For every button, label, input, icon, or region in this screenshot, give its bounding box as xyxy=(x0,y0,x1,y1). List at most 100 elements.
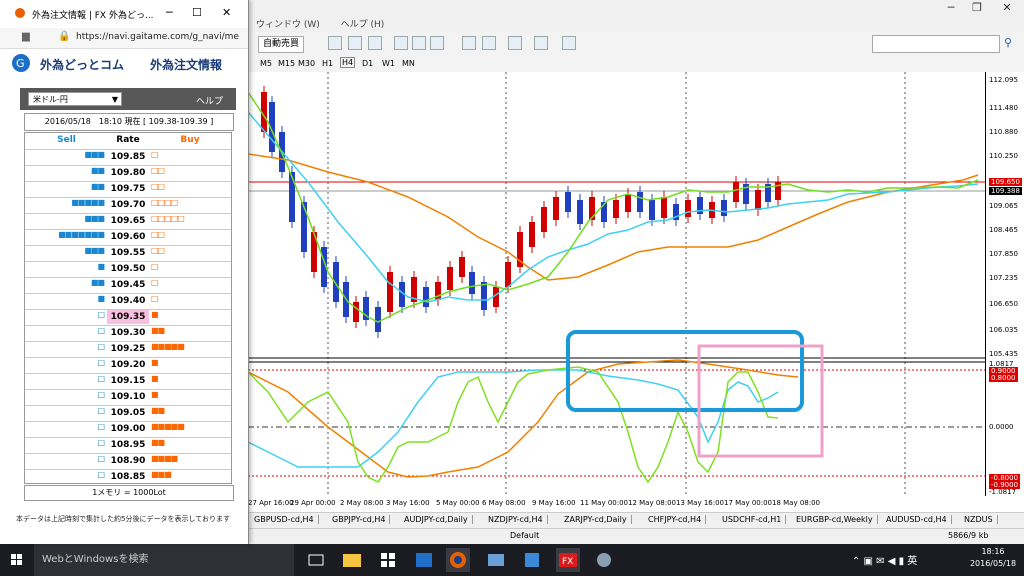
buy-volume: □□□□□ xyxy=(151,214,185,223)
help-link[interactable]: ヘルプ xyxy=(196,94,223,107)
price-chart[interactable] xyxy=(247,72,985,496)
indicator-label: 0.8000 xyxy=(989,374,1018,382)
zoom-in-icon[interactable] xyxy=(394,36,408,50)
autotrade-button[interactable]: 自動売買 xyxy=(258,36,305,53)
symbol-tab[interactable]: GBPUSD-cd,H4 xyxy=(254,515,319,524)
zoom-out-icon[interactable] xyxy=(412,36,426,50)
tf-mn[interactable]: MN xyxy=(402,59,415,68)
buy-volume: ■■■■■ xyxy=(151,422,185,431)
indicators-icon[interactable] xyxy=(508,36,522,50)
tf-h4[interactable]: H4 xyxy=(340,57,356,68)
symbol-tab[interactable]: NZDUS xyxy=(964,515,998,524)
tf-m15[interactable]: M15 xyxy=(278,59,295,68)
firefox-icon[interactable] xyxy=(446,548,470,572)
periods-icon[interactable] xyxy=(534,36,548,50)
tray-icons[interactable]: ⌃ ▣ ✉ ◀ ▮ 英 xyxy=(852,552,962,568)
date-label: 17 May 00:00 xyxy=(724,499,773,507)
date-label: 5 May 00:00 xyxy=(436,499,480,507)
candle-body xyxy=(375,307,381,332)
board-row: □ 109.30 ■■ xyxy=(25,325,231,341)
svg-text:FX: FX xyxy=(562,557,573,567)
buy-volume: □ xyxy=(151,294,159,303)
chart-shift-icon[interactable] xyxy=(462,36,476,50)
buy-volume: ■■ xyxy=(151,326,165,335)
symbol-tab[interactable]: CHFJPY-cd,H4 xyxy=(648,515,707,524)
date-label: 29 Apr 00:00 xyxy=(290,499,336,507)
tf-m30[interactable]: M30 xyxy=(298,59,315,68)
tf-w1[interactable]: W1 xyxy=(382,59,395,68)
board-row: ■ 109.40 □ xyxy=(25,293,231,309)
tf-h1[interactable]: H1 xyxy=(322,59,333,68)
file-explorer-icon[interactable] xyxy=(340,548,364,572)
lock-icon[interactable]: 🔒 xyxy=(58,31,70,42)
popup-close-button[interactable]: ✕ xyxy=(222,6,231,19)
symbol-tab[interactable]: GBPJPY-cd,H4 xyxy=(332,515,391,524)
start-button[interactable] xyxy=(0,544,34,576)
outlook-icon[interactable] xyxy=(412,548,436,572)
symbol-tab[interactable]: EURGBP-cd,Weekly xyxy=(796,515,878,524)
search-icon[interactable]: ⚲ xyxy=(1004,36,1012,49)
app-icon[interactable] xyxy=(592,548,616,572)
buy-volume: ■■ xyxy=(151,406,165,415)
sell-volume: □ xyxy=(97,406,105,415)
line-chart-icon[interactable] xyxy=(368,36,382,50)
taskbar-search[interactable]: WebとWindowsを検索 xyxy=(34,544,294,576)
buy-volume: ■■■■ xyxy=(151,454,178,463)
page-info-icon[interactable]: ▆ xyxy=(22,31,30,42)
mt4-search-input[interactable] xyxy=(872,35,1000,53)
clock-date: 2016/05/18 xyxy=(969,559,1017,568)
currency-pair-value: 米ドル-円 xyxy=(33,95,68,104)
popup-maximize-button[interactable]: ☐ xyxy=(192,6,202,19)
currency-pair-select[interactable]: 米ドル-円 ▼ xyxy=(28,92,122,106)
fx-app-icon[interactable]: FX xyxy=(556,548,580,572)
symbol-tab[interactable]: USDCHF-cd,H1 xyxy=(722,515,787,524)
app-icon[interactable] xyxy=(520,548,544,572)
indicator-label: -1.0817 xyxy=(989,488,1017,496)
rate-value: 109.45 xyxy=(110,280,146,290)
price-label: 107.235 xyxy=(989,274,1018,282)
task-view-icon[interactable] xyxy=(304,548,328,572)
symbol-tab[interactable]: ZARJPY-cd,Daily xyxy=(564,515,632,524)
symbol-tab[interactable]: AUDUSD-cd,H4 xyxy=(886,515,952,524)
sell-volume: ■■■ xyxy=(84,246,105,255)
templates-icon[interactable] xyxy=(562,36,576,50)
board-row: ■■ 109.45 □ xyxy=(25,277,231,293)
rate-header: Rate xyxy=(116,135,140,145)
candle-body xyxy=(289,172,295,222)
board-row: ■ 109.50 □ xyxy=(25,261,231,277)
buy-volume: ■ xyxy=(151,310,159,319)
tile-icon[interactable] xyxy=(430,36,444,50)
menu-window[interactable]: ウィンドウ (W) xyxy=(256,20,320,30)
lot-scale: 1メモリ = 1000Lot xyxy=(24,485,234,501)
board-row: ■■■ 109.65 □□□□□ xyxy=(25,213,231,229)
symbol-tab[interactable]: NZDJPY-cd,H4 xyxy=(488,515,548,524)
store-icon[interactable] xyxy=(376,548,400,572)
tf-d1[interactable]: D1 xyxy=(362,59,373,68)
taskbar-clock[interactable]: 18:16 2016/05/18 xyxy=(968,546,1018,570)
candle-body xyxy=(755,190,761,210)
sell-volume: ■■■■■ xyxy=(71,198,105,207)
app-icon[interactable] xyxy=(484,548,508,572)
menu-help[interactable]: ヘルプ (H) xyxy=(341,20,385,30)
restore-button[interactable]: ❐ xyxy=(962,0,992,16)
date-label: 27 Apr 16:00 xyxy=(248,499,294,507)
rate-value: 109.40 xyxy=(110,296,146,306)
tf-m5[interactable]: M5 xyxy=(260,59,272,68)
popup-minimize-button[interactable]: ─ xyxy=(166,6,173,19)
rate-value: 109.70 xyxy=(110,200,146,210)
close-button[interactable]: ✕ xyxy=(992,0,1022,16)
rate-value: 109.10 xyxy=(110,392,146,402)
board-row: ■■■ 109.55 □□ xyxy=(25,245,231,261)
bar-chart-icon[interactable] xyxy=(328,36,342,50)
symbol-tab[interactable]: AUDJPY-cd,Daily xyxy=(404,515,473,524)
price-label: 111.480 xyxy=(989,104,1018,112)
board-row: □ 109.15 ■ xyxy=(25,373,231,389)
price-label: 110.880 xyxy=(989,128,1018,136)
candle-chart-icon[interactable] xyxy=(348,36,362,50)
rate-value: 108.85 xyxy=(110,472,146,482)
autoscroll-icon[interactable] xyxy=(482,36,496,50)
date-label: 3 May 16:00 xyxy=(386,499,430,507)
board-header: Sell Rate Buy xyxy=(25,133,231,148)
rate-value: 109.00 xyxy=(110,424,146,434)
buy-volume: ■ xyxy=(151,390,159,399)
